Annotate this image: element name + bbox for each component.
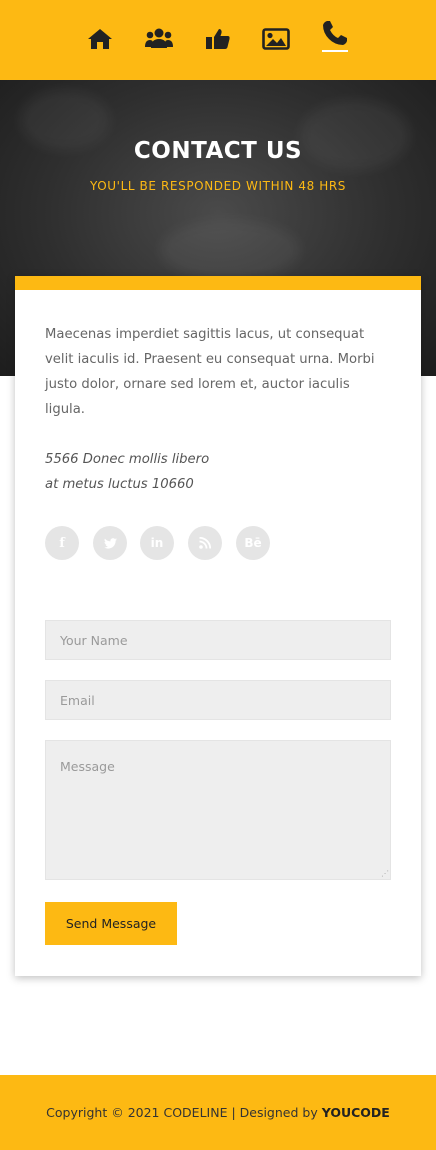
address-line-2: at metus luctus 10660 — [45, 477, 194, 492]
nav-home[interactable] — [83, 22, 117, 62]
message-textarea[interactable] — [45, 740, 391, 880]
contact-address: 5566 Donec mollis libero at metus luctus… — [45, 447, 391, 497]
email-input[interactable] — [45, 680, 391, 720]
facebook-link[interactable]: f — [45, 526, 79, 560]
top-navigation — [0, 0, 436, 80]
send-message-button[interactable]: Send Message — [45, 902, 177, 945]
nav-gallery[interactable] — [259, 22, 293, 62]
behance-link[interactable]: Bē — [236, 526, 270, 560]
designer-link[interactable]: YOUCODE — [322, 1105, 390, 1120]
nav-likes[interactable] — [201, 22, 235, 62]
rss-icon — [199, 537, 211, 549]
twitter-link[interactable] — [93, 526, 127, 560]
behance-icon: Bē — [244, 536, 262, 550]
twitter-icon — [103, 537, 117, 549]
address-line-1: 5566 Donec mollis libero — [45, 452, 210, 467]
footer: Copyright © 2021 CODELINE | Designed by … — [0, 1075, 436, 1150]
page-title: CONTACT US — [133, 138, 303, 164]
name-input[interactable] — [45, 620, 391, 660]
nav-contact[interactable] — [318, 14, 352, 54]
page-subtitle: YOU'LL BE RESPONDED WITHIN 48 HRS — [89, 179, 347, 193]
users-icon — [145, 28, 173, 48]
copyright-text: Copyright © 2021 CODELINE | Designed by — [46, 1105, 318, 1120]
contact-description: Maecenas imperdiet sagittis lacus, ut co… — [45, 327, 375, 417]
phone-icon — [323, 21, 347, 45]
thumbs-up-icon — [206, 29, 230, 49]
rss-link[interactable] — [188, 526, 222, 560]
resize-handle-icon[interactable]: ⋰ — [381, 870, 389, 878]
linkedin-icon: in — [150, 536, 164, 550]
image-icon — [262, 28, 290, 50]
contact-card: Maecenas imperdiet sagittis lacus, ut co… — [15, 276, 421, 976]
linkedin-link[interactable]: in — [140, 526, 174, 560]
facebook-icon: f — [59, 535, 65, 551]
home-icon — [88, 29, 112, 49]
nav-team[interactable] — [142, 22, 176, 62]
card-accent-bar — [15, 276, 421, 290]
